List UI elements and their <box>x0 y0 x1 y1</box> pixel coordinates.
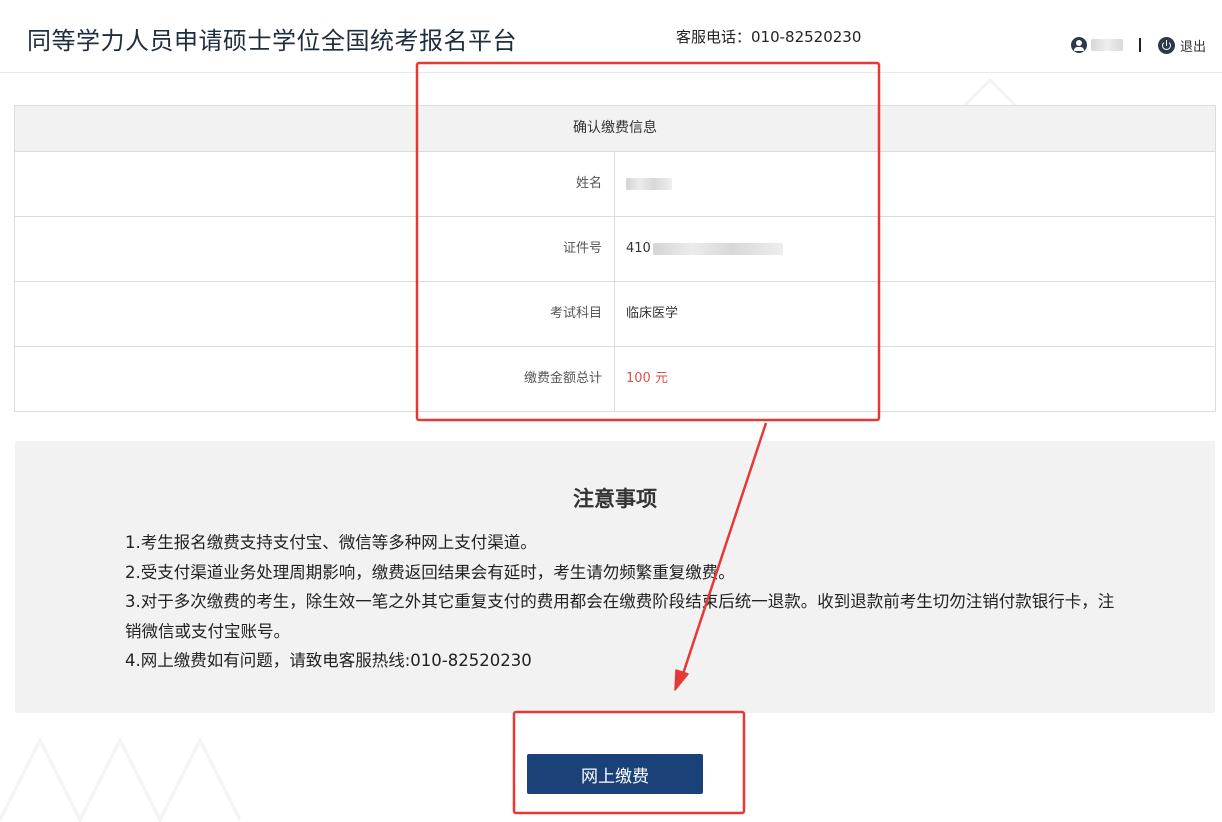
user-icon[interactable] <box>1071 37 1087 53</box>
name-blurred <box>626 178 672 190</box>
notice-item-2: 2.受支付渠道业务处理周期影响，缴费返回结果会有延时，考生请勿频繁重复缴费。 <box>125 562 735 582</box>
total-amount-value: 100 元 <box>626 371 668 386</box>
exam-subject-label: 考试科目 <box>15 282 615 346</box>
id-number-value: 410 <box>615 217 1215 281</box>
notice-item-4: 4.网上缴费如有问题，请致电客服热线:010-82520230 <box>125 651 532 670</box>
notice-panel: 注意事项 1.考生报名缴费支持支付宝、微信等多种网上支付渠道。 2.受支付渠道业… <box>15 441 1215 713</box>
logout-icon[interactable] <box>1158 36 1175 54</box>
user-name-blurred[interactable] <box>1091 39 1123 51</box>
top-header: 同等学力人员申请硕士学位全国统考报名平台 客服电话：010-82520230 退… <box>0 0 1222 73</box>
notice-list: 1.考生报名缴费支持支付宝、微信等多种网上支付渠道。 2.受支付渠道业务处理周期… <box>125 528 1115 676</box>
info-row-exam-subject: 考试科目 临床医学 <box>15 282 1215 347</box>
info-row-total-amount: 缴费金额总计 100 元 <box>15 347 1215 411</box>
logout-link[interactable]: 退出 <box>1180 36 1206 55</box>
notice-title: 注意事项 <box>573 487 657 511</box>
exam-subject-value: 临床医学 <box>626 306 679 321</box>
info-row-name: 姓名 <box>15 152 1215 217</box>
name-value <box>615 152 1215 216</box>
user-area: 退出 <box>1071 34 1206 56</box>
customer-service-phone: 客服电话：010-82520230 <box>676 28 862 46</box>
info-row-id-number: 证件号 410 <box>15 217 1215 282</box>
notice-item-3: 3.对于多次缴费的考生，除生效一笔之外其它重复支付的费用都会在缴费阶段结束后统一… <box>125 592 1115 641</box>
total-amount-label: 缴费金额总计 <box>15 347 615 411</box>
id-number-visible-prefix: 410 <box>626 241 651 256</box>
user-separator <box>1139 38 1141 52</box>
payment-info-table: 确认缴费信息 姓名 证件号 410 考试科目 临床医学 缴费金额总计 100 元 <box>14 105 1216 412</box>
payment-info-heading: 确认缴费信息 <box>15 106 1215 152</box>
id-number-label: 证件号 <box>15 217 615 281</box>
online-payment-button[interactable]: 网上缴费 <box>527 754 703 794</box>
id-number-blurred <box>652 243 783 255</box>
site-title: 同等学力人员申请硕士学位全国统考报名平台 <box>27 27 517 55</box>
notice-item-1: 1.考生报名缴费支持支付宝、微信等多种网上支付渠道。 <box>125 533 537 552</box>
name-label: 姓名 <box>15 152 615 216</box>
